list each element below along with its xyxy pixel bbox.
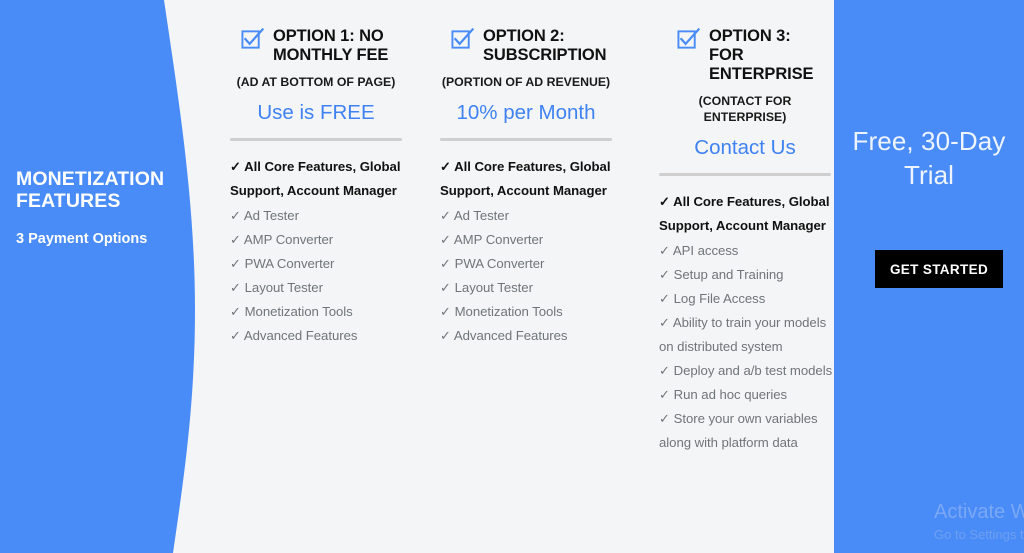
plan-column-option-1: OPTION 1: NO MONTHLY FEE (AD AT BOTTOM O…: [226, 0, 406, 348]
check-icon: ✓: [230, 159, 241, 174]
check-icon: ✓: [440, 327, 451, 343]
check-icon: ✓: [659, 194, 670, 209]
feature-text: Ability to train your models on distribu…: [659, 314, 827, 354]
feature-text: Layout Tester: [454, 279, 533, 295]
trial-title: Free, 30-Day Trial: [852, 126, 1006, 190]
check-icon: ✓: [230, 303, 241, 319]
plan-title: OPTION 3: FOR ENTERPRISE: [709, 27, 814, 83]
check-icon: ✓: [440, 279, 451, 295]
feature-item: ✓ PWA Converter: [230, 252, 406, 276]
check-icon: ✓: [230, 255, 241, 271]
feature-item: ✓ Setup and Training: [659, 263, 835, 287]
check-icon: ✓: [659, 242, 670, 258]
feature-item: ✓ Ad Tester: [440, 204, 616, 228]
feature-text: Log File Access: [673, 290, 766, 306]
feature-text: Deploy and a/b test models: [673, 362, 833, 378]
feature-item: ✓ PWA Converter: [440, 252, 616, 276]
feature-text: Ad Tester: [453, 207, 509, 223]
feature-text: AMP Converter: [243, 231, 334, 247]
feature-text: All Core Features, Global Support, Accou…: [659, 194, 830, 234]
check-icon: ✓: [230, 207, 241, 223]
feature-item: ✓ API access: [659, 239, 835, 263]
feature-text: Monetization Tools: [244, 303, 353, 319]
page-subtitle: 3 Payment Options: [16, 231, 148, 247]
plan-header-option-2: OPTION 2: SUBSCRIPTION: [436, 0, 616, 65]
feature-list-option-2: ✓ All Core Features, Global Support, Acc…: [436, 155, 616, 348]
feature-item: ✓ Advanced Features: [440, 324, 616, 348]
feature-list-option-3: ✓ All Core Features, Global Support, Acc…: [655, 190, 835, 455]
feature-text: All Core Features, Global Support, Accou…: [440, 159, 611, 199]
feature-text: Advanced Features: [453, 327, 568, 343]
feature-item: ✓ AMP Converter: [230, 228, 406, 252]
feature-text: Run ad hoc queries: [673, 386, 788, 402]
plan-columns: OPTION 1: NO MONTHLY FEE (AD AT BOTTOM O…: [210, 0, 834, 553]
feature-item: ✓ Run ad hoc queries: [659, 383, 835, 407]
plan-price[interactable]: 10% per Month: [436, 100, 616, 125]
feature-item: ✓ Monetization Tools: [230, 300, 406, 324]
check-icon: ✓: [659, 410, 670, 426]
check-icon: ✓: [659, 290, 670, 306]
check-icon: ✓: [440, 159, 451, 174]
plan-price[interactable]: Use is FREE: [226, 100, 406, 125]
feature-text: API access: [672, 242, 739, 258]
feature-text: Store your own variables along with plat…: [659, 410, 818, 450]
feature-list-option-1: ✓ All Core Features, Global Support, Acc…: [226, 155, 406, 348]
page-title: MONETIZATION FEATURES: [16, 168, 165, 212]
feature-item: ✓ Advanced Features: [230, 324, 406, 348]
feature-item: ✓ Layout Tester: [440, 276, 616, 300]
plan-title: OPTION 2: SUBSCRIPTION: [483, 27, 607, 64]
feature-item: ✓ Ad Tester: [230, 204, 406, 228]
plan-column-option-3: OPTION 3: FOR ENTERPRISE (CONTACT FOR EN…: [655, 0, 835, 455]
pricing-page: MONETIZATION FEATURES 3 Payment Options …: [0, 0, 1024, 553]
check-icon: ✓: [659, 266, 670, 282]
trial-panel: Free, 30-Day Trial GET STARTED: [834, 0, 1024, 553]
plan-note: (AD AT BOTTOM OF PAGE): [236, 75, 396, 89]
feature-text: Layout Tester: [244, 279, 323, 295]
feature-text: Monetization Tools: [454, 303, 563, 319]
check-icon: ✓: [230, 279, 241, 295]
plan-header-option-1: OPTION 1: NO MONTHLY FEE: [226, 0, 406, 65]
feature-text: PWA Converter: [244, 255, 335, 271]
check-icon: ✓: [659, 314, 670, 330]
check-icon: ✓: [440, 255, 451, 271]
feature-item: ✓ Deploy and a/b test models: [659, 359, 835, 383]
feature-item: ✓ AMP Converter: [440, 228, 616, 252]
plan-price[interactable]: Contact Us: [655, 135, 835, 160]
plan-header-option-3: OPTION 3: FOR ENTERPRISE: [655, 0, 835, 84]
plan-divider: [440, 138, 612, 141]
feature-item: ✓ All Core Features, Global Support, Acc…: [659, 190, 835, 239]
check-icon: ✓: [440, 303, 451, 319]
check-icon: ✓: [659, 362, 670, 378]
feature-item: ✓ All Core Features, Global Support, Acc…: [440, 155, 616, 204]
check-icon: ✓: [659, 386, 670, 402]
feature-text: All Core Features, Global Support, Accou…: [230, 159, 401, 199]
left-blue-panel-shape: [0, 0, 195, 553]
feature-text: PWA Converter: [454, 255, 545, 271]
check-icon: ✓: [230, 327, 241, 343]
feature-item: ✓ Store your own variables along with pl…: [659, 407, 835, 455]
left-panel-text: MONETIZATION FEATURES 3 Payment Options: [16, 168, 196, 248]
feature-text: Ad Tester: [243, 207, 299, 223]
checked-checkbox-icon[interactable]: [241, 27, 265, 56]
plan-note: (CONTACT FOR ENTERPRISE): [698, 94, 792, 124]
checked-checkbox-icon[interactable]: [451, 27, 475, 56]
plan-note: (PORTION OF AD REVENUE): [441, 75, 611, 89]
feature-text: Advanced Features: [243, 327, 358, 343]
checked-checkbox-icon[interactable]: [677, 27, 701, 56]
feature-item: ✓ Log File Access: [659, 287, 835, 311]
check-icon: ✓: [440, 231, 451, 247]
check-icon: ✓: [440, 207, 451, 223]
get-started-button[interactable]: GET STARTED: [875, 250, 1003, 288]
feature-item: ✓ Layout Tester: [230, 276, 406, 300]
plan-title: OPTION 1: NO MONTHLY FEE: [273, 27, 389, 64]
plan-column-option-2: OPTION 2: SUBSCRIPTION (PORTION OF AD RE…: [436, 0, 616, 348]
feature-text: Setup and Training: [673, 266, 784, 282]
check-icon: ✓: [230, 231, 241, 247]
feature-text: AMP Converter: [453, 231, 544, 247]
plan-divider: [659, 173, 831, 176]
feature-item: ✓ Ability to train your models on distri…: [659, 311, 835, 359]
feature-item: ✓ Monetization Tools: [440, 300, 616, 324]
plan-divider: [230, 138, 402, 141]
feature-item: ✓ All Core Features, Global Support, Acc…: [230, 155, 406, 204]
